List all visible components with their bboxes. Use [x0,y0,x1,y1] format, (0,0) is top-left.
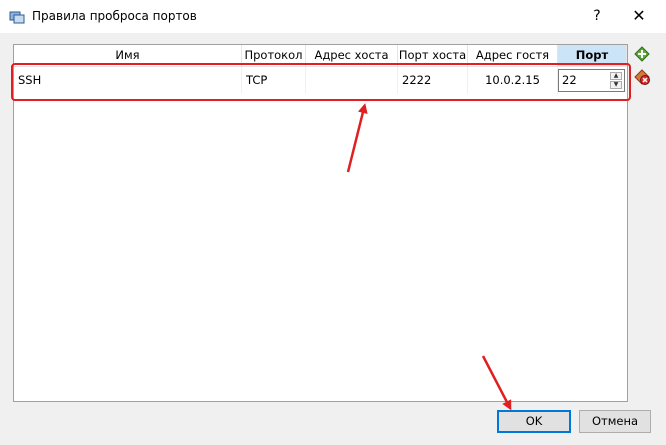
window-title: Правила проброса портов [32,9,197,23]
virtualbox-window-icon [9,11,25,24]
title-bar: Правила проброса портов ? ✕ [0,0,666,33]
annotation-highlight-box [11,63,631,101]
remove-rule-icon[interactable] [633,68,651,86]
cancel-button[interactable]: Отмена [579,410,651,433]
ok-button[interactable]: OK [497,410,571,433]
add-rule-icon[interactable] [633,45,651,63]
help-button[interactable]: ? [585,4,609,28]
close-button[interactable]: ✕ [627,4,651,28]
